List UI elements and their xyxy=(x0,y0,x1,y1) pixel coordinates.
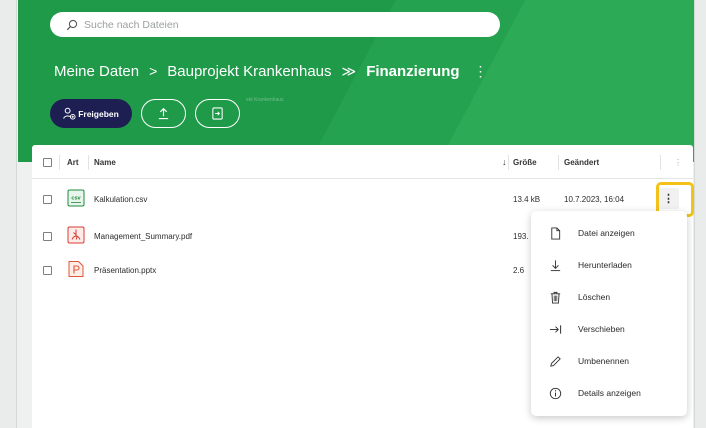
file-name[interactable]: Management_Summary.pdf xyxy=(94,232,192,241)
menu-item-details[interactable]: Details anzeigen xyxy=(531,378,687,408)
row-checkbox[interactable] xyxy=(43,195,52,204)
column-divider xyxy=(660,155,661,170)
share-user-icon xyxy=(63,107,76,120)
upload-button[interactable] xyxy=(141,99,186,128)
menu-item-rename[interactable]: Umbenennen xyxy=(531,346,687,376)
file-icon xyxy=(551,226,561,240)
menu-item-delete[interactable]: Löschen xyxy=(531,282,687,312)
csv-file-icon: csv xyxy=(67,189,85,207)
file-name[interactable]: Kalkulation.csv xyxy=(94,195,147,204)
file-size: 13.4 kB xyxy=(513,195,541,204)
info-icon xyxy=(549,387,562,399)
column-divider xyxy=(59,155,60,170)
search-bar[interactable] xyxy=(50,12,500,37)
search-icon xyxy=(66,19,78,30)
select-all-checkbox[interactable] xyxy=(43,158,52,167)
left-edge xyxy=(0,0,17,428)
file-modified: 10.7.2023, 16:04 xyxy=(564,195,625,204)
menu-item-label: Löschen xyxy=(578,292,611,302)
pdf-file-icon xyxy=(67,226,85,244)
row-checkbox[interactable] xyxy=(43,232,52,241)
app-frame: Meine Daten > Bauprojekt Krankenhaus ≫ F… xyxy=(0,0,706,428)
move-icon xyxy=(549,324,562,334)
file-import-icon xyxy=(212,107,223,120)
action-bar: Freigeben xyxy=(50,99,240,128)
column-options-icon[interactable]: ⋮ xyxy=(674,158,682,167)
breadcrumb-current: Finanzierung xyxy=(366,62,460,80)
context-menu: Datei anzeigen Herunterladen Löschen Ver… xyxy=(531,211,687,416)
menu-item-label: Verschieben xyxy=(578,324,625,334)
menu-item-label: Umbenennen xyxy=(578,356,630,366)
download-icon xyxy=(550,259,561,271)
file-size: 193. xyxy=(513,232,529,241)
upload-icon xyxy=(158,107,169,120)
row-checkbox[interactable] xyxy=(43,266,52,275)
column-header-modified[interactable]: Geändert xyxy=(564,158,599,167)
menu-item-label: Datei anzeigen xyxy=(578,228,635,238)
right-edge xyxy=(694,0,706,428)
breadcrumb-separator: > xyxy=(149,63,158,79)
sort-arrow-icon[interactable]: ↓ xyxy=(502,157,507,167)
faint-background-text: ekt Krankenhaus xyxy=(246,97,284,103)
file-name[interactable]: Präsentation.pptx xyxy=(94,266,156,275)
column-header-type[interactable]: Art xyxy=(67,158,79,167)
pencil-icon xyxy=(550,355,561,367)
column-header-name[interactable]: Name xyxy=(94,158,116,167)
menu-item-view[interactable]: Datei anzeigen xyxy=(531,218,687,248)
share-button-label: Freigeben xyxy=(78,108,119,119)
folder-more-button[interactable]: ⋮ xyxy=(474,63,489,80)
breadcrumb-root[interactable]: Meine Daten xyxy=(54,63,139,80)
search-input[interactable] xyxy=(84,18,464,31)
breadcrumb-parent[interactable]: Bauprojekt Krankenhaus xyxy=(167,63,331,80)
menu-item-label: Herunterladen xyxy=(578,260,632,270)
new-file-button[interactable] xyxy=(195,99,240,128)
column-divider xyxy=(508,155,509,170)
breadcrumb: Meine Daten > Bauprojekt Krankenhaus ≫ F… xyxy=(54,60,489,82)
column-divider xyxy=(558,155,559,170)
pptx-file-icon xyxy=(68,261,84,277)
csv-badge-label: csv xyxy=(71,196,81,202)
menu-item-label: Details anzeigen xyxy=(578,388,641,398)
file-size: 2.6 xyxy=(513,266,525,275)
header-banner: Meine Daten > Bauprojekt Krankenhaus ≫ F… xyxy=(18,0,694,162)
menu-item-download[interactable]: Herunterladen xyxy=(531,250,687,280)
table-header: Art Name ↓ Größe Geändert ⋮ xyxy=(32,145,693,179)
column-divider xyxy=(88,155,89,170)
trash-icon xyxy=(550,291,561,304)
breadcrumb-collapse-separator: ≫ xyxy=(341,62,357,79)
menu-item-move[interactable]: Verschieben xyxy=(531,314,687,344)
column-header-size[interactable]: Größe xyxy=(513,158,537,167)
share-button[interactable]: Freigeben xyxy=(50,99,132,128)
